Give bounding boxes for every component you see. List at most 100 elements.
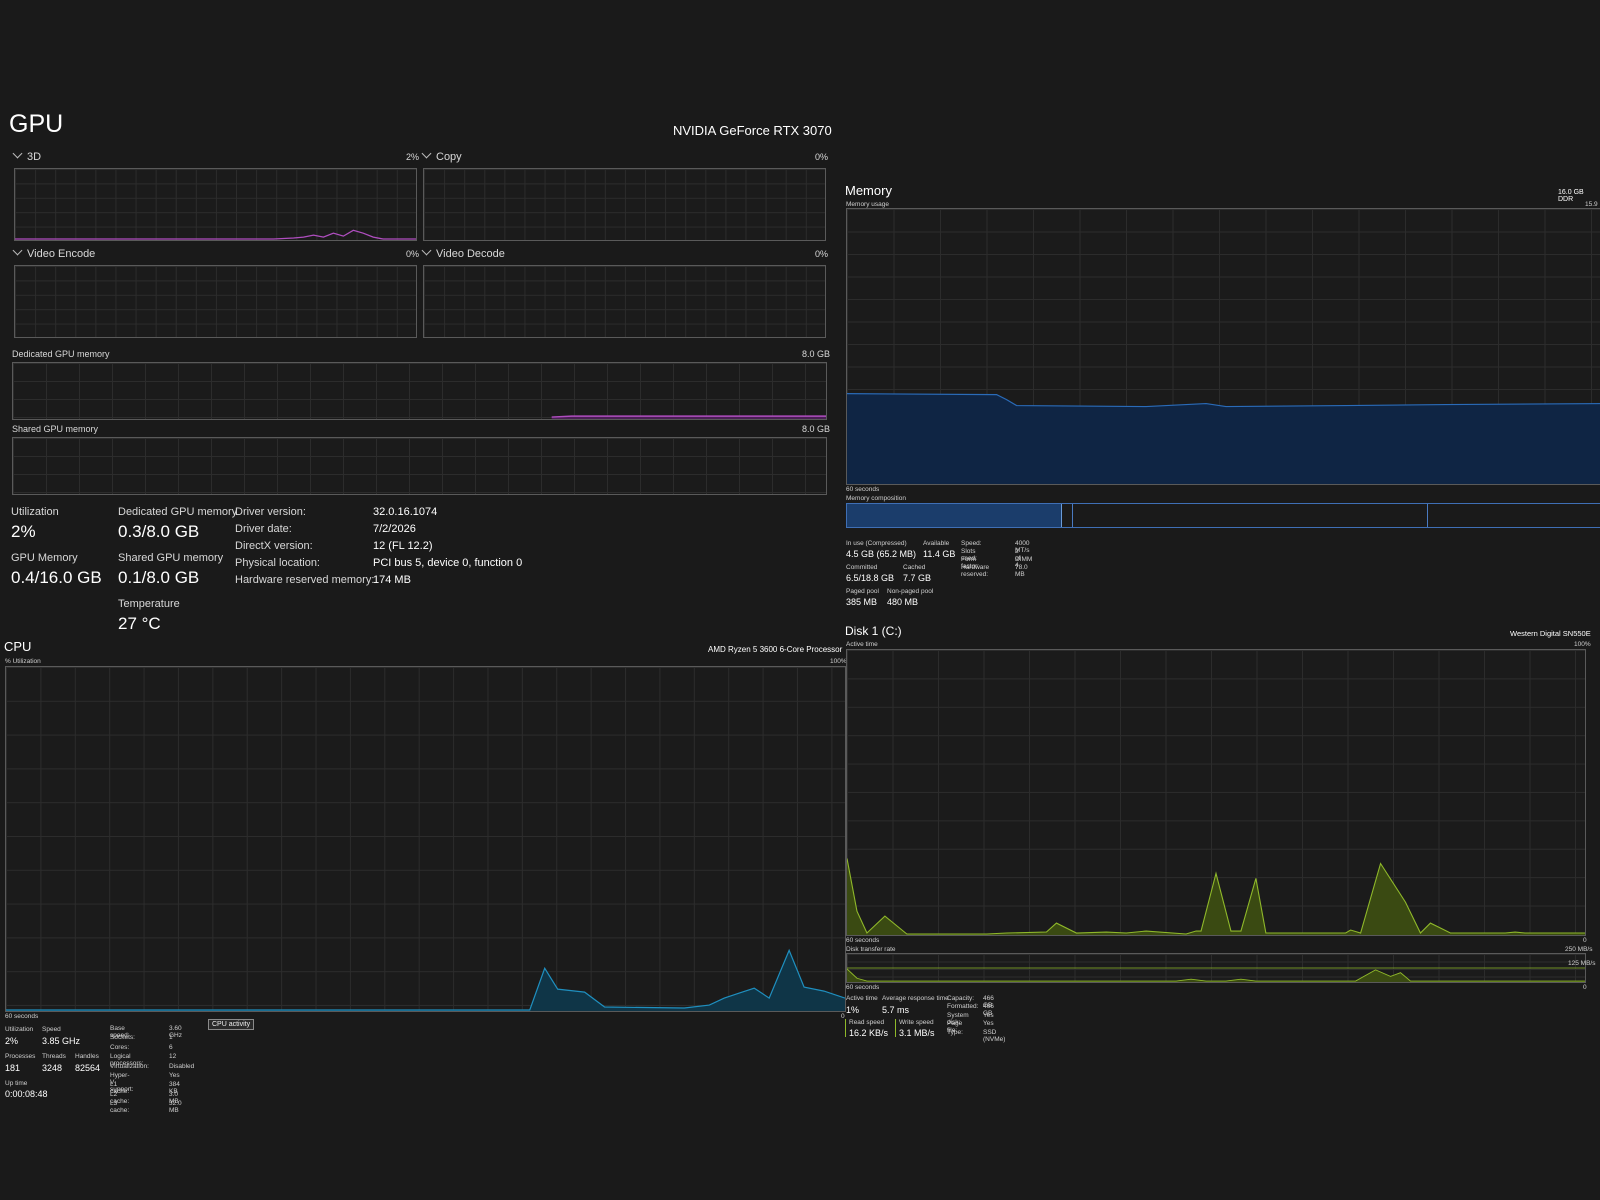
engine-percent: 0% — [406, 249, 420, 259]
info-value: Yes — [169, 1072, 180, 1079]
engine-selector-video-encode[interactable]: Video Encode — [12, 245, 96, 260]
info-key: Sockets: — [110, 1034, 135, 1042]
uptime-label: Up time — [5, 1080, 28, 1087]
cpu-utilization-graph — [5, 666, 846, 1012]
info-value: 78.0 MB — [1015, 564, 1028, 578]
engine-graph-3d — [14, 168, 417, 241]
engine-graph-video-decode — [423, 265, 826, 338]
memory-title: Memory — [845, 183, 892, 198]
engine-selector-video-decode[interactable]: Video Decode — [421, 245, 505, 260]
gpu-memory-label: GPU Memory — [11, 552, 78, 564]
dedicated-memory-graph — [12, 362, 827, 420]
disk-zero-label: 0 — [1583, 984, 1587, 991]
engine-selector-3d[interactable]: 3D — [12, 148, 42, 163]
engine-percent: 2% — [406, 152, 420, 162]
info-value: 174 MB — [373, 574, 411, 586]
memory-seconds-label: 60 seconds — [846, 486, 880, 493]
disk-active-value: 1% — [846, 1005, 860, 1015]
read-indicator — [845, 1019, 846, 1037]
engine-label: Video Encode — [27, 248, 96, 260]
info-value: DIMM — [1015, 556, 1033, 563]
info-key: Formatted: — [947, 1003, 979, 1011]
memory-usage-max: 15.9 — [1585, 201, 1598, 208]
handles-label: Handles — [75, 1053, 99, 1060]
cached-label: Cached — [903, 564, 926, 571]
info-value: 32.0.16.1074 — [373, 506, 438, 518]
gpu-title: GPU — [9, 110, 64, 138]
info-value: 32.0 MB — [169, 1100, 182, 1115]
response-time-label: Average response time — [882, 995, 949, 1002]
in-use-value: 4.5 GB (65.2 MB) — [846, 549, 917, 559]
info-key: Hardware reserved: — [961, 564, 990, 578]
active-time-label: Active time — [846, 641, 878, 648]
transfer-rate-mid: 125 MB/s — [1568, 960, 1596, 967]
disk-seconds-label: 60 seconds — [846, 937, 880, 944]
cached-value: 7.7 GB — [903, 573, 932, 583]
info-value: 1 — [169, 1034, 173, 1042]
cpu-model: AMD Ryzen 5 3600 6-Core Processor — [708, 645, 843, 654]
info-value: Yes — [983, 1011, 994, 1019]
shared-memory-max: 8.0 GB — [802, 424, 831, 434]
active-time-max: 100% — [1574, 641, 1591, 648]
chevron-down-icon — [421, 245, 432, 256]
disk-seconds-label: 60 seconds — [846, 984, 880, 991]
read-speed-label: Read speed — [849, 1019, 885, 1026]
temperature-value: 27 °C — [118, 614, 161, 633]
memory-usage-label: Memory usage — [846, 201, 889, 208]
committed-label: Committed — [846, 564, 878, 571]
available-label: Available — [923, 540, 950, 547]
available-value: 11.4 GB — [923, 549, 956, 559]
threads-label: Threads — [42, 1053, 66, 1060]
write-indicator — [895, 1019, 896, 1037]
engine-label: 3D — [27, 151, 42, 163]
processes-value: 181 — [5, 1063, 21, 1073]
cpu-activity-button[interactable]: CPU activity — [208, 1019, 255, 1030]
nonpaged-pool-value: 480 MB — [887, 597, 919, 607]
shared-memory-label: Shared GPU memory — [12, 424, 99, 434]
info-key: Capacity: — [947, 995, 975, 1002]
write-speed-label: Write speed — [899, 1019, 934, 1026]
dedicated-stat-value: 0.3/8.0 GB — [118, 522, 200, 541]
cpu-max-label: 100% — [830, 658, 847, 665]
paged-pool-value: 385 MB — [846, 597, 878, 607]
cpu-speed-value: 3.85 GHz — [42, 1036, 81, 1046]
dedicated-stat-label: Dedicated GPU memory — [118, 506, 238, 518]
cpu-speed-label: Speed — [42, 1026, 61, 1033]
engine-label: Copy — [436, 151, 462, 163]
dedicated-memory-max: 8.0 GB — [802, 349, 831, 359]
info-value: SSD (NVMe) — [983, 1028, 1006, 1043]
temperature-label: Temperature — [118, 598, 180, 610]
processes-label: Processes — [5, 1053, 36, 1060]
threads-value: 3248 — [42, 1063, 63, 1073]
info-key: Hardware reserved memory: — [235, 574, 375, 586]
in-use-segment — [847, 504, 1061, 527]
info-key: DirectX version: — [235, 540, 313, 552]
engine-graph-video-encode — [14, 265, 417, 338]
engine-selector-copy[interactable]: Copy — [421, 148, 462, 163]
info-value: Yes — [983, 1020, 994, 1028]
disk-active-time-graph — [846, 649, 1586, 936]
chevron-down-icon — [421, 148, 432, 159]
chevron-down-icon — [12, 245, 23, 256]
nonpaged-pool-label: Non-paged pool — [887, 588, 934, 595]
shared-memory-graph — [12, 437, 827, 495]
info-value: 12 — [169, 1053, 177, 1061]
info-key: Virtualization: — [110, 1062, 149, 1070]
info-value: PCI bus 5, device 0, function 0 — [373, 557, 523, 569]
write-speed-value: 3.1 MB/s — [899, 1028, 935, 1038]
response-time-value: 5.7 ms — [882, 1005, 910, 1015]
disk-active-label: Active time — [846, 995, 878, 1002]
dedicated-memory-label: Dedicated GPU memory — [12, 349, 110, 359]
memory-composition-bar[interactable] — [846, 503, 1600, 528]
info-key: Physical location: — [235, 557, 320, 569]
disk-transfer-rate-graph — [846, 953, 1586, 983]
shared-stat-label: Shared GPU memory — [118, 552, 224, 564]
cpu-utilization-value: 2% — [5, 1036, 19, 1046]
info-key: Type: — [947, 1028, 963, 1036]
utilization-value: 2% — [11, 522, 36, 541]
in-use-label: In use (Compressed) — [846, 540, 907, 547]
uptime-value: 0:00:08:48 — [5, 1089, 48, 1099]
transfer-rate-label: Disk transfer rate — [846, 946, 896, 953]
info-key: Driver date: — [235, 523, 292, 535]
cpu-utilization-label: Utilization — [5, 1026, 34, 1033]
